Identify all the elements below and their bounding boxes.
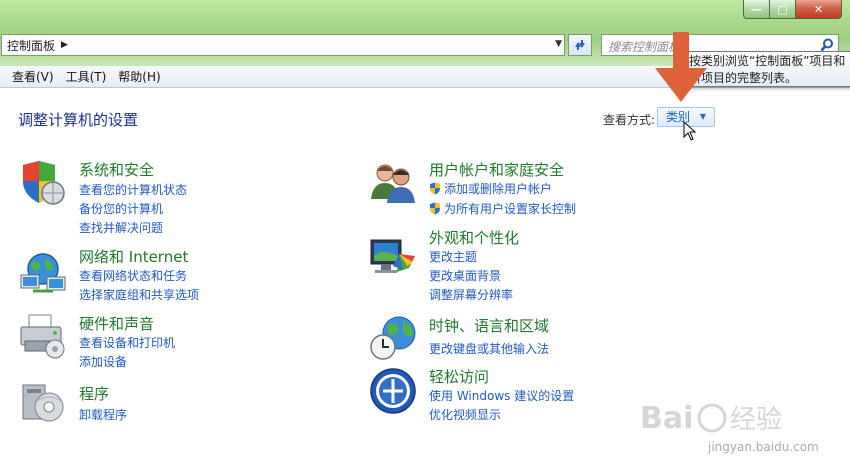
link-optimize-display[interactable]: 优化视频显示	[429, 406, 501, 423]
category-title[interactable]: 时钟、语言和区域	[429, 315, 549, 336]
category-title[interactable]: 用户帐户和家庭安全	[429, 159, 564, 180]
chevron-down-icon: ▼	[699, 112, 706, 121]
programs-icon	[22, 384, 64, 422]
users-icon	[371, 164, 415, 203]
maximize-button[interactable]: □	[770, 0, 796, 19]
link-change-theme[interactable]: 更改主题	[429, 248, 477, 265]
appearance-icon	[370, 239, 415, 273]
printer-icon	[20, 314, 65, 359]
breadcrumb-chevron-icon[interactable]: ▶	[61, 40, 68, 50]
uac-shield-icon	[430, 182, 440, 195]
link-windows-recommended[interactable]: 使用 Windows 建议的设置	[429, 387, 574, 404]
baidu-watermark-logo: Bai 经验	[640, 401, 782, 436]
link-change-input[interactable]: 更改键盘或其他输入法	[429, 340, 549, 357]
link-text: 为所有用户设置家长控制	[444, 202, 577, 216]
menu-view[interactable]: 查看(V)	[0, 68, 62, 85]
menu-help[interactable]: 帮助(H)	[114, 68, 168, 85]
maximize-icon: □	[777, 2, 788, 16]
link-add-remove-users[interactable]: 添加或删除用户帐户	[429, 180, 552, 197]
category-title[interactable]: 网络和 Internet	[79, 246, 188, 267]
clock-globe-icon	[370, 316, 416, 360]
window-controls: — □ ✕	[743, 0, 842, 19]
link-troubleshoot[interactable]: 查找并解决问题	[79, 219, 163, 236]
page-title: 调整计算机的设置	[18, 111, 139, 129]
watermark-url: jingyan.baidu.com	[708, 440, 819, 454]
refresh-icon	[575, 40, 585, 50]
link-uninstall-program[interactable]: 卸载程序	[79, 406, 127, 423]
menu-tools[interactable]: 工具(T)	[62, 68, 115, 85]
address-bar[interactable]: 控制面板 ▶ ▼	[1, 34, 565, 56]
minimize-button[interactable]: —	[743, 0, 770, 19]
minimize-icon: —	[751, 2, 762, 16]
link-add-device[interactable]: 添加设备	[79, 353, 127, 370]
category-title[interactable]: 外观和个性化	[429, 227, 519, 248]
category-title[interactable]: 硬件和声音	[79, 313, 154, 334]
link-network-status[interactable]: 查看网络状态和任务	[79, 267, 187, 284]
category-title[interactable]: 系统和安全	[79, 159, 154, 180]
link-parental-controls[interactable]: 为所有用户设置家长控制	[429, 200, 576, 217]
close-icon: ✕	[813, 2, 824, 16]
tooltip-line: 所项目的完整列表。	[689, 71, 798, 85]
breadcrumb-control-panel[interactable]: 控制面板	[2, 37, 55, 54]
link-view-computer-status[interactable]: 查看您的计算机状态	[79, 181, 187, 198]
link-adjust-resolution[interactable]: 调整屏幕分辨率	[429, 286, 513, 303]
link-homegroup-sharing[interactable]: 选择家庭组和共享选项	[79, 286, 199, 303]
mouse-cursor-icon	[683, 121, 697, 141]
category-title[interactable]: 程序	[79, 383, 109, 404]
annotation-arrow-icon	[655, 32, 707, 102]
link-change-background[interactable]: 更改桌面背景	[429, 267, 501, 284]
link-backup-computer[interactable]: 备份您的计算机	[79, 200, 163, 217]
refresh-button[interactable]	[568, 34, 592, 56]
shield-icon	[23, 161, 65, 205]
category-title[interactable]: 轻松访问	[429, 366, 489, 387]
svg-text:经验: 经验	[730, 405, 782, 435]
link-text: 添加或删除用户帐户	[444, 182, 553, 196]
network-globe-icon	[20, 253, 66, 293]
search-icon[interactable]	[820, 38, 834, 52]
address-dropdown-icon[interactable]: ▼	[555, 39, 562, 49]
svg-text:Bai: Bai	[640, 401, 693, 436]
ease-of-access-icon	[370, 368, 416, 414]
close-button[interactable]: ✕	[796, 0, 842, 19]
uac-shield-icon	[430, 202, 440, 215]
link-devices-printers[interactable]: 查看设备和打印机	[79, 334, 175, 351]
view-by-label: 查看方式:	[603, 113, 656, 127]
tooltip-line: 按类别浏览“控制面板”项目和	[689, 54, 846, 68]
